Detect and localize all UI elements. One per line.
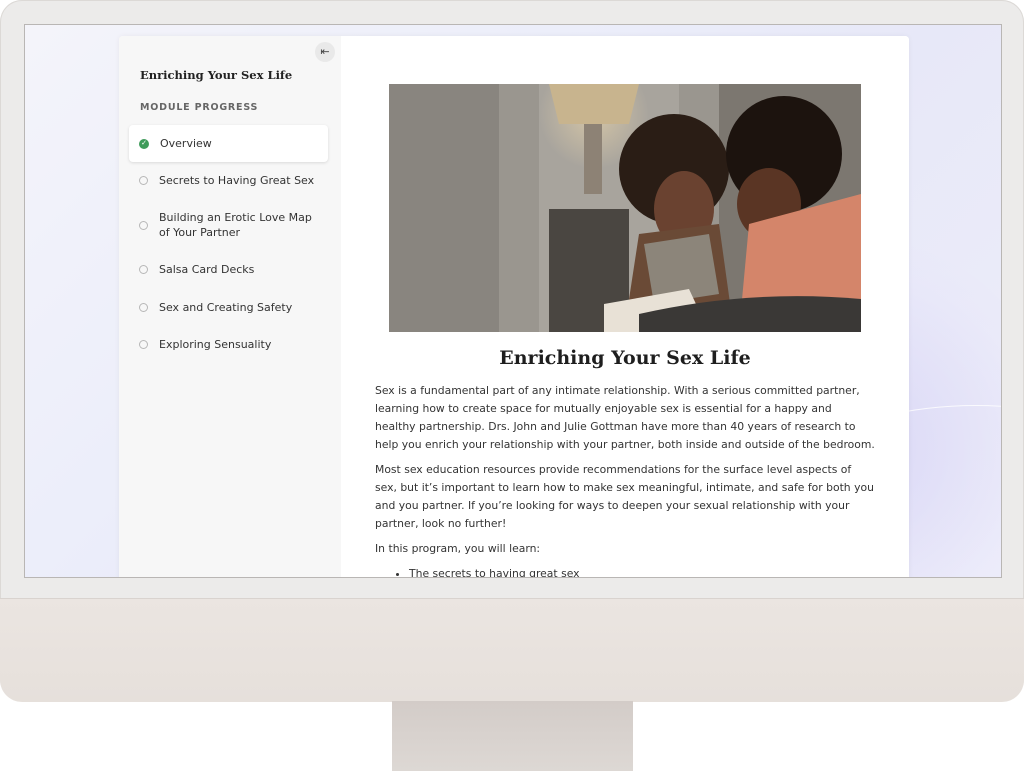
empty-circle-icon (139, 302, 148, 312)
paragraph: Sex is a fundamental part of any intimat… (375, 384, 875, 451)
empty-circle-icon (139, 340, 148, 349)
hero-image (389, 84, 861, 332)
lesson-label: Salsa Card Decks (159, 263, 255, 276)
collapse-left-icon[interactable]: ⇤ (315, 42, 335, 62)
paragraph: In this program, you will learn: (375, 542, 541, 555)
module-progress-heading: MODULE PROGRESS (140, 102, 259, 113)
empty-circle-icon (139, 176, 148, 185)
check-circle-icon: ✓ (139, 138, 149, 149)
sidebar: ⇤ Enriching Your Sex Life MODULE PROGRES… (119, 36, 341, 577)
empty-circle-icon (139, 220, 148, 230)
sidebar-item-salsa-cards[interactable]: Salsa Card Decks (129, 251, 328, 288)
sidebar-item-secrets[interactable]: Secrets to Having Great Sex (129, 162, 328, 199)
course-title: Enriching Your Sex Life (140, 68, 293, 82)
list-item: The secrets to having great sex (409, 565, 875, 577)
monitor-frame: ⇤ Enriching Your Sex Life MODULE PROGRES… (0, 0, 1024, 702)
lesson-list: ✓ Overview Secrets to Having Great Sex B… (129, 125, 328, 363)
screen: ⇤ Enriching Your Sex Life MODULE PROGRES… (24, 24, 1002, 578)
empty-circle-icon (139, 265, 148, 274)
lesson-body: Sex is a fundamental part of any intimat… (375, 382, 875, 577)
course-window: ⇤ Enriching Your Sex Life MODULE PROGRES… (119, 36, 909, 577)
sidebar-item-sensuality[interactable]: Exploring Sensuality (129, 326, 328, 363)
sidebar-item-overview[interactable]: ✓ Overview (129, 125, 328, 162)
page-title: Enriching Your Sex Life (499, 347, 751, 369)
lesson-label: Overview (160, 137, 212, 150)
hero-photo (389, 84, 861, 332)
learning-list: The secrets to having great sex (375, 565, 875, 577)
lesson-content: Enriching Your Sex Life Sex is a fundame… (341, 36, 909, 577)
monitor-chin (0, 598, 1024, 702)
monitor-stand (392, 701, 633, 771)
sidebar-item-safety[interactable]: Sex and Creating Safety (129, 288, 328, 326)
lesson-label: Building an Erotic Love Map of Your Part… (159, 211, 312, 239)
lesson-label: Secrets to Having Great Sex (159, 174, 315, 187)
lesson-label: Exploring Sensuality (159, 338, 272, 351)
sidebar-item-love-map[interactable]: Building an Erotic Love Map of Your Part… (129, 199, 328, 251)
paragraph: Most sex education resources provide rec… (375, 463, 874, 530)
lesson-label: Sex and Creating Safety (159, 300, 293, 314)
